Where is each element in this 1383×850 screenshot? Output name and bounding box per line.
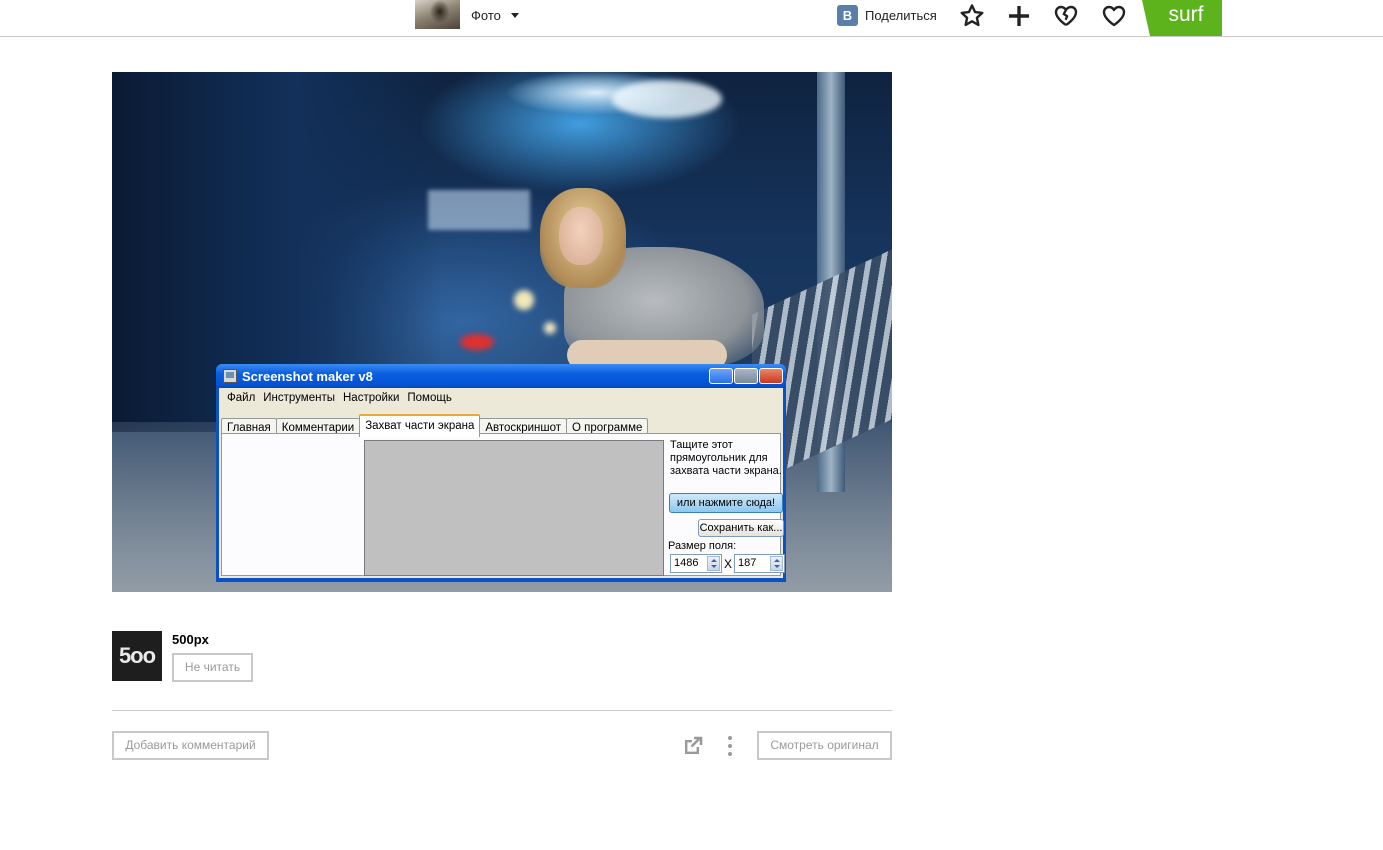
section-label: Фото [471,8,501,23]
capture-rectangle[interactable] [364,440,664,576]
window-menubar: Файл Инструменты Настройки Помощь [219,388,783,408]
section-menu[interactable]: Фото [471,8,519,23]
height-stepper[interactable]: 187 [734,554,785,573]
divider [112,710,892,711]
app-icon [223,369,237,383]
screenshot-maker-window: Screenshot maker v8 Файл Инструменты Нас… [216,364,786,582]
maximize-button[interactable] [734,368,758,384]
photo-sign [428,190,530,230]
capture-button[interactable]: или нажмите сюда! [669,493,783,513]
window-title: Screenshot maker v8 [242,368,373,384]
menu-file[interactable]: Файл [223,392,259,404]
external-share-icon[interactable] [682,735,704,757]
size-label: Размер поля: [668,540,737,552]
window-titlebar[interactable]: Screenshot maker v8 [216,364,786,388]
author-name[interactable]: 500px [172,632,209,647]
height-value: 187 [738,557,757,569]
broken-heart-icon[interactable] [1053,3,1079,29]
add-comment-button[interactable]: Добавить комментарий [112,731,269,760]
photo-woman-face [559,207,603,265]
save-as-button[interactable]: Сохранить как... [698,519,784,537]
menu-tools[interactable]: Инструменты [259,392,339,404]
tab-capture-region[interactable]: Захват части экрана [359,414,481,437]
spin-arrows-icon[interactable] [707,556,720,571]
unfollow-button[interactable]: Не читать [172,653,253,682]
share-label: Поделиться [865,8,937,23]
window-body: Файл Инструменты Настройки Помощь Главна… [219,388,785,578]
close-button[interactable] [759,368,783,384]
view-original-button[interactable]: Смотреть оригинал [757,731,892,760]
spin-arrows-icon[interactable] [770,556,783,571]
photo-light [544,322,556,334]
photo-light [460,334,494,350]
capture-panel: Тащите этот прямоугольник для захвата ча… [221,433,785,576]
capture-hint: Тащите этот прямоугольник для захвата ча… [670,439,782,477]
surf-button[interactable]: surf [1142,0,1222,36]
size-separator: X [724,557,733,571]
width-value: 1486 [674,557,699,569]
more-options-icon[interactable] [722,735,738,757]
author-avatar[interactable]: 5oo [112,631,162,681]
vk-share-button[interactable]: В Поделиться [837,5,937,26]
chevron-down-icon [510,13,519,18]
width-stepper[interactable]: 1486 [670,554,722,573]
top-bar: Фото В Поделиться surf [0,0,1383,37]
heart-icon[interactable] [1101,3,1127,29]
photo-light [514,290,534,310]
plus-icon[interactable] [1006,3,1032,29]
menu-settings[interactable]: Настройки [339,392,403,404]
vk-icon: В [837,5,858,26]
menu-help[interactable]: Помощь [403,392,455,404]
section-thumbnail[interactable] [415,0,460,29]
photo-light [612,80,722,118]
star-icon[interactable] [959,3,985,29]
minimize-button[interactable] [709,368,733,384]
